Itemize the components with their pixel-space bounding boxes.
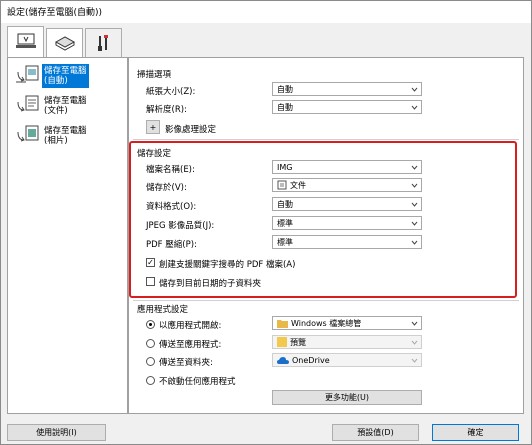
searchable-pdf-checkbox[interactable]: ✓ — [146, 258, 155, 267]
chevron-down-icon — [411, 165, 418, 170]
auto-save-icon — [14, 64, 42, 90]
document-save-icon — [14, 94, 42, 120]
open-with-app-label: 以應用程式開啟: — [159, 321, 222, 331]
send-to-folder-value: OneDrive — [292, 355, 330, 365]
scan-options-title: 掃描選項 — [137, 70, 172, 80]
send-to-app-radio[interactable] — [146, 339, 155, 348]
settings-window: 設定(儲存至電腦(自動)) 儲存至電腦 (自動) 儲存至電腦 (文件) 儲存至電… — [0, 0, 532, 445]
instructions-button[interactable]: 使用說明(I) — [7, 424, 106, 441]
data-format-value: 自動 — [277, 199, 293, 209]
save-in-label: 儲存於(V): — [146, 183, 187, 193]
jpeg-quality-label: JPEG 影像品質(J): — [146, 221, 215, 231]
send-to-app-value: 預覽 — [290, 337, 306, 347]
tools-icon — [97, 35, 108, 51]
save-in-dropdown[interactable]: 文件 — [272, 178, 422, 192]
tab-scan-to-pc[interactable] — [7, 26, 44, 57]
data-format-dropdown[interactable]: 自動 — [272, 197, 422, 211]
chevron-down-icon — [411, 183, 418, 188]
date-subfolder-checkbox[interactable] — [146, 277, 155, 286]
app-settings-title: 應用程式設定 — [137, 305, 189, 315]
defaults-button[interactable]: 預設值(D) — [332, 424, 419, 441]
send-to-folder-label: 傳送至資料夾: — [159, 358, 213, 368]
chevron-down-icon — [411, 87, 418, 92]
window-title: 設定(儲存至電腦(自動)) — [7, 8, 103, 18]
ok-button[interactable]: 確定 — [432, 424, 519, 441]
chevron-down-icon — [411, 202, 418, 207]
pdf-compression-label: PDF 壓縮(P): — [146, 240, 197, 250]
paper-size-value: 自動 — [277, 84, 293, 94]
resolution-dropdown[interactable]: 自動 — [272, 100, 422, 114]
divider — [133, 300, 519, 301]
expand-icon: + — [149, 122, 157, 132]
save-settings-title: 儲存設定 — [137, 149, 172, 159]
jpeg-quality-dropdown[interactable]: 標準 — [272, 216, 422, 230]
date-subfolder-label: 儲存到目前日期的子資料夾 — [159, 279, 262, 289]
mode-item-document[interactable]: 儲存至電腦 (文件) — [14, 94, 128, 124]
folder-icon — [277, 319, 288, 328]
no-app-radio[interactable] — [146, 376, 155, 385]
searchable-pdf-label: 創建支援關鍵字搜尋的 PDF 檔案(A) — [159, 260, 296, 270]
chevron-down-icon — [411, 105, 418, 110]
data-format-label: 資料格式(O): — [146, 202, 197, 212]
mode-item-photo[interactable]: 儲存至電腦 (相片) — [14, 124, 128, 154]
save-in-value: 文件 — [290, 180, 306, 190]
tab-tools[interactable] — [85, 28, 122, 57]
paper-size-dropdown[interactable]: 自動 — [272, 82, 422, 96]
check-icon: ✓ — [147, 258, 154, 267]
file-name-label: 檔案名稱(E): — [146, 165, 195, 175]
preview-app-icon — [277, 337, 287, 347]
no-app-label: 不啟動任何應用程式 — [159, 377, 236, 387]
chevron-down-icon — [411, 340, 418, 345]
mode-item-auto[interactable]: 儲存至電腦 (自動) — [14, 64, 128, 94]
cloud-icon — [277, 357, 289, 364]
send-to-app-label: 傳送至應用程式: — [159, 340, 222, 350]
tab-scanner[interactable] — [46, 28, 83, 57]
file-name-dropdown[interactable]: IMG — [272, 160, 422, 174]
photo-save-icon — [14, 124, 42, 150]
mode-item-label: 儲存至電腦 (文件) — [44, 96, 87, 116]
send-to-app-dropdown[interactable]: 預覽 — [272, 335, 422, 349]
chevron-down-icon — [411, 240, 418, 245]
send-to-folder-dropdown[interactable]: OneDrive — [272, 353, 422, 367]
image-processing-expand-button[interactable]: + — [146, 120, 160, 134]
pdf-compression-value: 標準 — [277, 237, 293, 247]
chevron-down-icon — [411, 321, 418, 326]
chevron-down-icon — [411, 358, 418, 363]
mode-item-label: 儲存至電腦 (相片) — [44, 126, 87, 146]
jpeg-quality-value: 標準 — [277, 218, 293, 228]
send-to-folder-radio[interactable] — [146, 357, 155, 366]
paper-size-label: 紙張大小(Z): — [146, 87, 196, 97]
image-processing-label: 影像處理設定 — [165, 125, 217, 135]
computer-scan-icon — [15, 33, 36, 48]
file-name-value: IMG — [277, 162, 293, 172]
mode-item-label: 儲存至電腦 (自動) — [42, 64, 89, 88]
pdf-compression-dropdown[interactable]: 標準 — [272, 235, 422, 249]
title-bar: 設定(儲存至電腦(自動)) — [1, 1, 531, 23]
document-folder-icon — [277, 180, 287, 190]
open-with-app-radio[interactable] — [146, 320, 155, 329]
more-functions-button[interactable]: 更多功能(U) — [272, 390, 422, 405]
scanner-icon — [54, 36, 75, 51]
resolution-value: 自動 — [277, 102, 293, 112]
open-with-app-dropdown[interactable]: Windows 檔案總管 — [272, 316, 422, 330]
chevron-down-icon — [411, 221, 418, 226]
open-with-app-value: Windows 檔案總管 — [291, 318, 362, 328]
divider — [133, 139, 519, 140]
resolution-label: 解析度(R): — [146, 105, 187, 115]
mode-list: 儲存至電腦 (自動) 儲存至電腦 (文件) 儲存至電腦 (相片) — [7, 57, 128, 414]
